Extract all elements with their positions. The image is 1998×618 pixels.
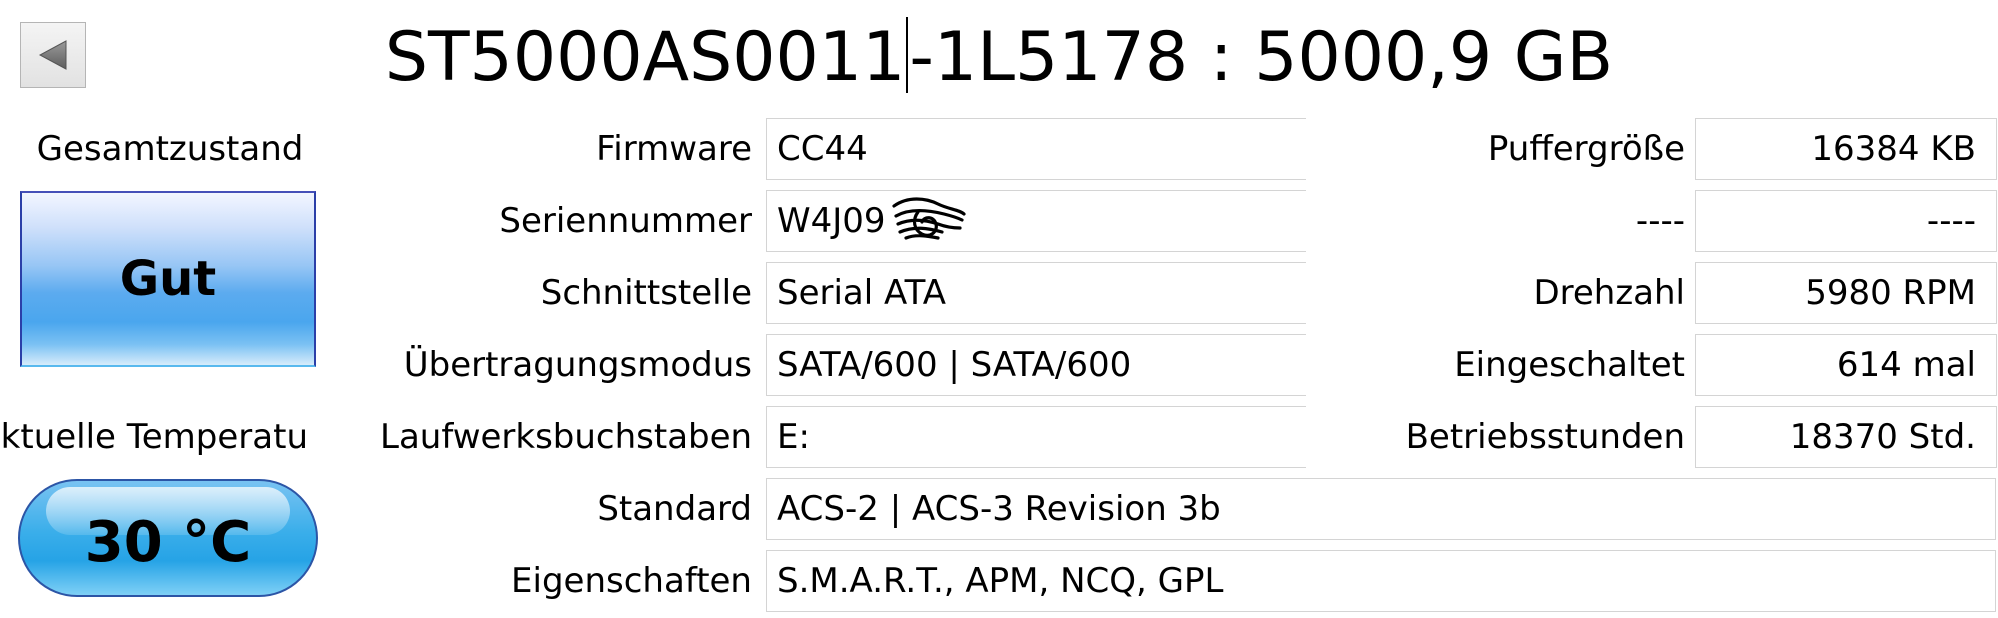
disk-model-title: ST5000AS0011 -1L5178 : 5000,9 GB	[0, 12, 1998, 102]
unknown-label: ----	[1635, 201, 1685, 241]
temperature-value: 30 °C	[84, 509, 252, 575]
serial-field[interactable]: W4J09	[766, 190, 1306, 252]
temperature-button[interactable]: 30 °C	[18, 479, 318, 597]
redaction-scribble	[892, 197, 966, 240]
health-label: Gesamtzustand	[36, 129, 304, 169]
rotation-rate-field[interactable]: 5980 RPM	[1695, 262, 1997, 324]
firmware-label: Firmware	[596, 129, 752, 169]
firmware-field[interactable]: CC44	[766, 118, 1306, 180]
power-on-hours-field[interactable]: 18370 Std.	[1695, 406, 1997, 468]
serial-label: Seriennummer	[499, 201, 752, 241]
health-status-text: Gut	[119, 251, 217, 307]
power-on-count-label: Eingeschaltet	[1454, 345, 1685, 385]
power-on-hours-label: Betriebsstunden	[1405, 417, 1685, 457]
features-field[interactable]: S.M.A.R.T., APM, NCQ, GPL	[766, 550, 1996, 612]
temperature-label: ktuelle Temperatu	[0, 417, 308, 457]
unknown-field[interactable]: ----	[1695, 190, 1997, 252]
rotation-rate-label: Drehzahl	[1533, 273, 1685, 313]
buffer-size-field[interactable]: 16384 KB	[1695, 118, 1997, 180]
standard-label: Standard	[597, 489, 752, 529]
power-on-count-field[interactable]: 614 mal	[1695, 334, 1997, 396]
buffer-size-label: Puffergröße	[1487, 129, 1685, 169]
transfer-mode-field[interactable]: SATA/600 | SATA/600	[766, 334, 1306, 396]
features-label: Eigenschaften	[511, 561, 752, 601]
drive-letters-label: Laufwerksbuchstaben	[380, 417, 753, 457]
interface-label: Schnittstelle	[540, 273, 752, 313]
interface-field[interactable]: Serial ATA	[766, 262, 1306, 324]
model-name-part1: ST5000AS0011	[384, 17, 906, 97]
standard-field[interactable]: ACS-2 | ACS-3 Revision 3b	[766, 478, 1996, 540]
drive-letters-field[interactable]: E:	[766, 406, 1306, 468]
text-caret	[906, 17, 909, 93]
transfer-mode-label: Übertragungsmodus	[403, 345, 752, 385]
model-name-part2: -1L5178 : 5000,9 GB	[909, 17, 1614, 97]
health-status-button[interactable]: Gut	[20, 191, 316, 367]
